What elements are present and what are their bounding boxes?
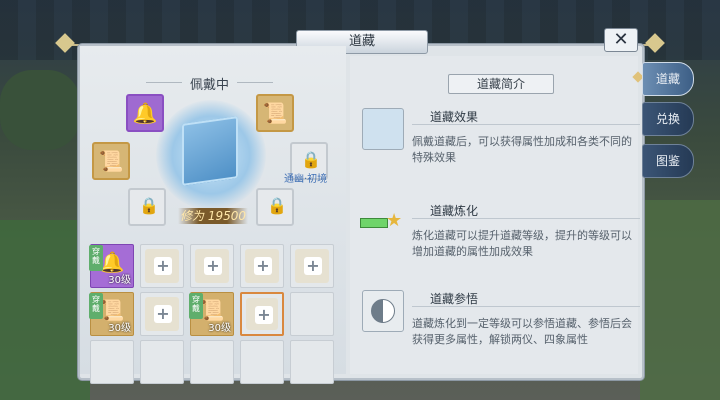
slot-unlock-hint: 通幽·初境 — [284, 174, 328, 185]
intro-header: 道藏简介 — [448, 74, 554, 94]
item-level: 30级 — [108, 323, 131, 334]
plus-icon: + — [204, 257, 222, 275]
inventory-slot-empty[interactable] — [290, 340, 334, 384]
inventory-item-selected[interactable]: + — [240, 292, 284, 336]
section-title-refine: 道藏炼化 — [412, 202, 640, 219]
inventory-item-upgradable[interactable]: + — [290, 244, 334, 288]
close-button[interactable]: ✕ — [604, 28, 638, 52]
inventory-slot-empty[interactable] — [90, 340, 134, 384]
background-tree — [0, 70, 80, 150]
plus-icon: + — [255, 306, 273, 324]
scroll-icon: 📜 — [98, 149, 124, 173]
crystal-icon — [362, 108, 404, 150]
lock-icon: 🔒 — [139, 196, 159, 215]
background-grass-right — [640, 200, 720, 400]
inventory-item-upgradable[interactable]: + — [140, 292, 184, 336]
locked-slot-2[interactable]: 🔒 — [128, 188, 166, 226]
main-dao-book-icon[interactable] — [182, 116, 238, 186]
plus-icon: + — [154, 305, 172, 323]
equipped-badge: 穿戴 — [89, 293, 103, 319]
equip-slot-2[interactable]: 📜 — [256, 94, 294, 132]
section-title-effect: 道藏效果 — [412, 108, 640, 125]
refine-progress-bar — [360, 218, 388, 228]
inventory-item-upgradable[interactable]: + — [140, 244, 184, 288]
cultivation-value-display: 修为 19500 — [178, 208, 248, 224]
locked-slot-3[interactable]: 🔒 — [256, 188, 294, 226]
inventory-item-equipped[interactable]: 📜 穿戴 30级 — [89, 292, 134, 336]
inventory-slot-empty[interactable] — [140, 340, 184, 384]
section-title-insight: 道藏参悟 — [412, 290, 640, 307]
equip-slot-3[interactable]: 📜 — [92, 142, 130, 180]
wearing-label: 佩戴中 — [145, 74, 274, 93]
plus-icon: + — [254, 257, 272, 275]
inventory-item-equipped[interactable]: 📜 穿戴 30级 — [189, 292, 234, 336]
inventory-slot-empty[interactable] — [240, 340, 284, 384]
plus-icon: + — [154, 257, 172, 275]
equip-slot-1[interactable]: 🔔 — [126, 94, 164, 132]
item-level: 30级 — [208, 323, 231, 334]
section-text-effect: 佩戴道藏后，可以获得属性加成和各类不同的特殊效果 — [412, 135, 632, 164]
tab-dao[interactable]: 道藏 — [642, 62, 694, 96]
inventory-item-upgradable[interactable]: + — [190, 244, 234, 288]
bell-icon: 🔔 — [132, 101, 158, 125]
section-text-insight: 道藏炼化到一定等级可以参悟道藏、参悟后会获得更多属性，解锁两仪、四象属性 — [412, 317, 632, 346]
inventory-slot-empty[interactable] — [290, 292, 334, 336]
tab-codex[interactable]: 图鉴 — [642, 144, 694, 178]
equipped-badge: 穿戴 — [189, 293, 203, 319]
lock-icon: 🔒 — [267, 196, 287, 215]
plus-icon: + — [304, 257, 322, 275]
tab-exchange[interactable]: 兑换 — [642, 102, 694, 136]
background-grass-left — [0, 220, 90, 400]
inventory-slot-empty[interactable] — [190, 340, 234, 384]
item-level: 30级 — [108, 275, 131, 286]
cultivation-prefix: 修为 — [179, 209, 204, 223]
inventory-item-upgradable[interactable]: + — [240, 244, 284, 288]
star-icon: ★ — [386, 210, 403, 231]
cultivation-value: 19500 — [207, 209, 247, 223]
scroll-icon: 📜 — [262, 101, 288, 125]
dao-inventory-grid: 🔔 穿戴 30级 + + + + 📜 穿戴 30级 + 📜 穿戴 30级 + — [88, 240, 338, 384]
section-text-refine: 炼化道藏可以提升道藏等级，提升的等级可以增加道藏的属性加成效果 — [412, 229, 632, 258]
inventory-item-equipped[interactable]: 🔔 穿戴 30级 — [89, 244, 134, 288]
lock-icon: 🔒 — [301, 150, 321, 169]
yin-yang-icon — [362, 290, 404, 332]
equipped-badge: 穿戴 — [89, 245, 103, 271]
